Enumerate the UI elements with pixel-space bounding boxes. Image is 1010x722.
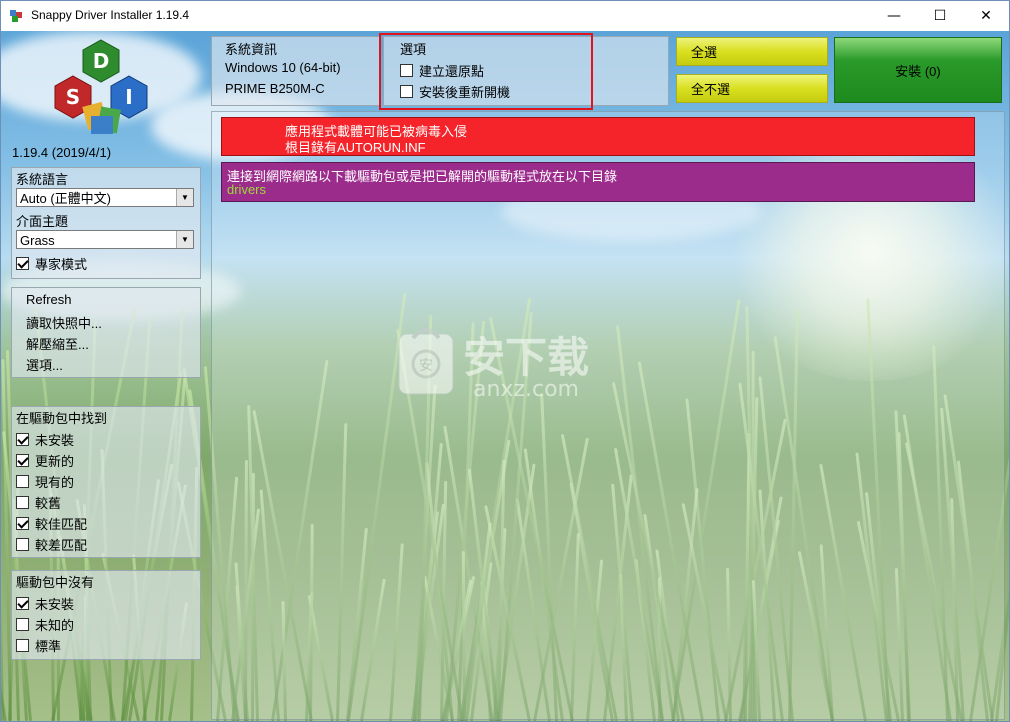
minimize-button[interactable]: — — [871, 1, 917, 31]
found-filter-checkbox[interactable]: 較佳匹配 — [16, 514, 87, 533]
install-label: 安裝 (0) — [895, 63, 941, 79]
language-label: 系統語言 — [16, 172, 69, 187]
chevron-down-icon[interactable]: ▼ — [176, 189, 193, 206]
theme-value: Grass — [20, 233, 55, 248]
refresh-link[interactable]: Refresh — [26, 292, 72, 307]
found-filter-checkbox[interactable]: 較差匹配 — [16, 535, 87, 554]
checkbox-checked-icon[interactable] — [16, 433, 29, 446]
logo-letter-s: S — [66, 85, 80, 109]
checkbox-unchecked-icon[interactable] — [16, 618, 29, 631]
app-icon — [10, 10, 22, 22]
watermark-text: 安下载 — [463, 333, 589, 382]
maximize-button[interactable]: ☐ — [917, 1, 963, 31]
expert-mode-label: 專家模式 — [35, 257, 88, 272]
os-value: Windows 10 (64-bit) — [225, 60, 341, 75]
found-filter-label: 更新的 — [35, 454, 75, 469]
select-all-label: 全選 — [691, 45, 718, 60]
install-button[interactable]: 安裝 (0) — [834, 37, 1002, 103]
found-filter-label: 現有的 — [35, 475, 75, 490]
missing-filter-label: 未知的 — [35, 618, 75, 633]
select-none-button[interactable]: 全不選 — [676, 74, 828, 103]
checkbox-unchecked-icon[interactable] — [16, 496, 29, 509]
download-drivers-line1: 連接到網際網路以下載驅動包或是把已解開的驅動程式放在以下目錄 — [227, 169, 618, 184]
missing-filter-label: 未安裝 — [35, 597, 75, 612]
minimize-icon: — — [887, 8, 901, 24]
found-filter-checkbox[interactable]: 未安裝 — [16, 430, 74, 449]
watermark-logo: 安 安下载 anxz.com — [398, 328, 589, 402]
svg-text:安: 安 — [419, 358, 433, 374]
virus-warning-alert[interactable]: 應用程式載體可能已被病毒入侵 根目錄有AUTORUN.INF — [221, 117, 975, 156]
options-link[interactable]: 選項... — [26, 355, 63, 374]
missing-filter-checkbox[interactable]: 未知的 — [16, 615, 74, 634]
found-in-pack-title: 在驅動包中找到 — [16, 411, 108, 426]
theme-select[interactable]: Grass ▼ — [16, 230, 194, 249]
client-area: D S I 1.19.4 (2019/4/1) 系統語言 Auto (正體中文)… — [1, 31, 1009, 721]
title-bar[interactable]: Snappy Driver Installer 1.19.4 — ☐ ✕ — [1, 1, 1009, 31]
close-button[interactable]: ✕ — [963, 1, 1009, 31]
not-in-pack-title: 驅動包中沒有 — [16, 575, 95, 590]
maximize-icon: ☐ — [933, 8, 947, 24]
drivers-folder-path: drivers — [227, 182, 267, 197]
found-filter-label: 未安裝 — [35, 433, 75, 448]
download-drivers-alert[interactable]: 連接到網際網路以下載驅動包或是把已解開的驅動程式放在以下目錄 drivers — [221, 162, 975, 202]
checkbox-unchecked-icon[interactable] — [16, 475, 29, 488]
found-filter-label: 較舊 — [35, 496, 62, 511]
version-label: 1.19.4 (2019/4/1) — [12, 145, 112, 160]
close-icon: ✕ — [980, 8, 992, 24]
found-filter-checkbox[interactable]: 更新的 — [16, 451, 74, 470]
checkbox-unchecked-icon[interactable] — [16, 538, 29, 551]
load-snapshot-link[interactable]: 讀取快照中... — [26, 313, 102, 332]
options-highlight-box — [379, 33, 593, 110]
window-title: Snappy Driver Installer 1.19.4 — [31, 8, 190, 22]
checkbox-checked-icon[interactable] — [16, 257, 29, 270]
watermark-url: anxz.com — [473, 377, 579, 402]
theme-label: 介面主題 — [16, 214, 69, 229]
system-info-title: 系統資訊 — [225, 42, 278, 57]
logo-letter-d: D — [93, 49, 110, 73]
checkbox-checked-icon[interactable] — [16, 597, 29, 610]
found-filter-label: 較佳匹配 — [35, 517, 88, 532]
logo-letter-i: I — [125, 85, 132, 109]
checkbox-checked-icon[interactable] — [16, 454, 29, 467]
checkbox-unchecked-icon[interactable] — [16, 639, 29, 652]
extract-to-link[interactable]: 解壓縮至... — [26, 334, 89, 353]
language-value: Auto (正體中文) — [20, 191, 112, 206]
select-all-button[interactable]: 全選 — [676, 37, 828, 66]
chevron-down-icon[interactable]: ▼ — [176, 231, 193, 248]
virus-warning-line2: 根目錄有AUTORUN.INF — [285, 140, 426, 155]
language-select[interactable]: Auto (正體中文) ▼ — [16, 188, 194, 207]
checkbox-checked-icon[interactable] — [16, 517, 29, 530]
found-filter-checkbox[interactable]: 現有的 — [16, 472, 74, 491]
missing-filter-checkbox[interactable]: 未安裝 — [16, 594, 74, 613]
sdi-logo: D S I — [54, 39, 148, 134]
found-filter-checkbox[interactable]: 較舊 — [16, 493, 61, 512]
driver-list-panel[interactable] — [211, 111, 1005, 720]
missing-filter-checkbox[interactable]: 標準 — [16, 636, 61, 655]
app-window: Snappy Driver Installer 1.19.4 — ☐ ✕ D S… — [0, 0, 1010, 722]
found-filter-label: 較差匹配 — [35, 538, 88, 553]
expert-mode-checkbox[interactable]: 專家模式 — [16, 254, 87, 273]
select-none-label: 全不選 — [691, 82, 731, 97]
motherboard-value: PRIME B250M-C — [225, 81, 325, 96]
missing-filter-label: 標準 — [35, 639, 62, 654]
